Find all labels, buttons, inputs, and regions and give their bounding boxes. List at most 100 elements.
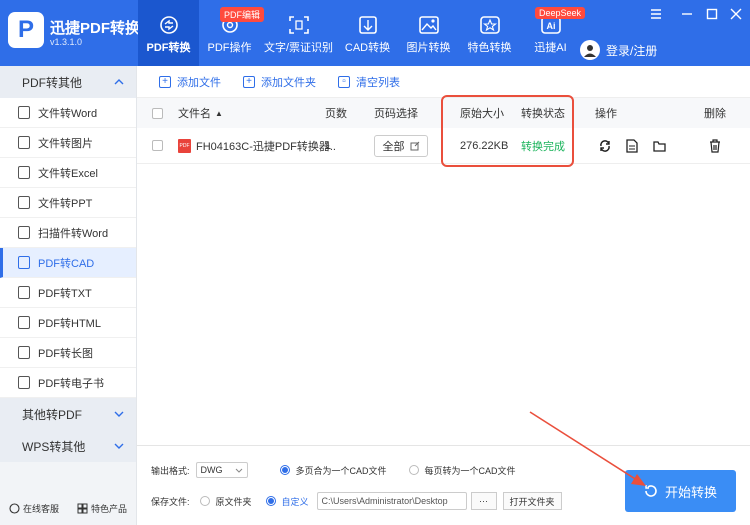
- svg-text:Ai: Ai: [546, 21, 555, 31]
- tab-label: CAD转换: [344, 42, 391, 54]
- header-filename[interactable]: 文件名 ▲: [178, 98, 223, 128]
- sidebar-item[interactable]: 文件转Word: [0, 98, 136, 128]
- headset-icon: [9, 502, 20, 514]
- tab-label: 特色转换: [467, 42, 512, 54]
- open-folder-button[interactable]: 打开文件夹: [502, 492, 562, 510]
- sidebar-item[interactable]: 文件转Excel: [0, 158, 136, 188]
- sidebar-group-pdf-to-other[interactable]: PDF转其他: [0, 66, 136, 98]
- header-page-select: 页码选择: [374, 108, 418, 120]
- tab-ocr[interactable]: 文字/票证识别: [260, 0, 337, 66]
- page-count: 1: [325, 139, 332, 152]
- file-type-icon: [18, 106, 30, 119]
- custom-folder-radio[interactable]: 自定义: [265, 495, 309, 508]
- reconvert-icon[interactable]: [598, 128, 612, 163]
- file-type-icon: [18, 286, 30, 299]
- format-select[interactable]: DWG: [195, 462, 248, 478]
- merge-option-radio[interactable]: 多页合为一个CAD文件: [279, 464, 387, 477]
- tab-pdf-operate[interactable]: PDF编辑 PDF操作: [199, 0, 264, 66]
- convert-icon: [159, 16, 178, 34]
- login-area[interactable]: 登录/注册: [580, 40, 657, 60]
- original-folder-radio[interactable]: 原文件夹: [199, 495, 252, 508]
- format-label: 输出格式:: [151, 465, 190, 476]
- convert-icon: [645, 485, 657, 497]
- sidebar-item[interactable]: 扫描件转Word: [0, 218, 136, 248]
- sidebar-item[interactable]: 文件转图片: [0, 128, 136, 158]
- sidebar-item[interactable]: PDF转HTML: [0, 308, 136, 338]
- open-folder-icon[interactable]: [653, 128, 666, 163]
- tab-cad-convert[interactable]: CAD转换: [337, 0, 398, 66]
- deepseek-badge: DeepSeek: [534, 7, 585, 19]
- save-label: 保存文件:: [151, 496, 190, 507]
- sidebar-group-wps-to-other[interactable]: WPS转其他: [0, 430, 136, 462]
- sidebar-item[interactable]: 文件转PPT: [0, 188, 136, 218]
- image-icon: [418, 16, 439, 34]
- scan-icon: [288, 16, 309, 34]
- row-checkbox[interactable]: [152, 128, 163, 163]
- sidebar-item[interactable]: PDF转长图: [0, 338, 136, 368]
- tab-pdf-convert[interactable]: PDF转换: [138, 0, 199, 66]
- add-file-icon: +: [159, 75, 171, 88]
- format-row: 输出格式: DWG 多页合为一个CAD文件 每页转为一个CAD文件: [151, 462, 516, 478]
- chevron-down-icon: [114, 411, 124, 417]
- tab-image-convert[interactable]: 图片转换: [398, 0, 459, 66]
- minimize-icon[interactable]: [679, 6, 695, 22]
- delete-icon[interactable]: [709, 128, 721, 163]
- sidebar-item-label: PDF转电子书: [38, 377, 104, 390]
- grid-icon: [77, 503, 88, 513]
- sidebar-group-other-to-pdf[interactable]: 其他转PDF: [0, 398, 136, 430]
- tab-xunjie-ai[interactable]: Ai DeepSeek 迅捷AI: [520, 0, 585, 66]
- tab-label: 文字/票证识别: [263, 42, 334, 54]
- header-delete: 删除: [704, 108, 726, 120]
- start-convert-button[interactable]: 开始转换: [625, 470, 736, 512]
- file-type-icon: [18, 256, 30, 269]
- sidebar-item[interactable]: PDF转CAD: [0, 248, 136, 278]
- add-file-button[interactable]: + 添加文件: [159, 74, 221, 90]
- split-option-radio[interactable]: 每页转为一个CAD文件: [408, 464, 516, 477]
- browse-button[interactable]: ···: [470, 492, 497, 510]
- save-path-input[interactable]: C:\Users\Administrator\Desktop: [316, 492, 467, 510]
- online-service-button[interactable]: 在线客服: [9, 502, 59, 515]
- title-bar: P 迅捷PDF转换器 v1.3.1.0 PDF转换 PDF编辑 PDF操作 文字…: [0, 0, 750, 66]
- open-file-icon[interactable]: [626, 128, 638, 163]
- page-select-cell: 全部: [374, 128, 428, 163]
- sidebar: PDF转其他 文件转Word 文件转图片文件转Excel 文件转PPT 扫描件转Wor…: [0, 66, 137, 525]
- sidebar-item-label: 文件转PPT: [38, 197, 93, 210]
- sidebar-item[interactable]: PDF转TXT: [0, 278, 136, 308]
- sidebar-item-label: 文件转图片: [38, 137, 93, 150]
- sidebar-item-label: PDF转长图: [38, 347, 93, 360]
- featured-products-button[interactable]: 特色产品: [77, 502, 127, 515]
- maximize-icon[interactable]: [704, 6, 720, 22]
- service-label: 在线客服: [22, 503, 59, 514]
- add-folder-icon: +: [243, 75, 255, 88]
- edit-icon: [410, 141, 419, 150]
- clear-list-button[interactable]: ▫ 清空列表: [338, 74, 400, 90]
- tab-label: 图片转换: [406, 42, 451, 54]
- sidebar-item-label: 文件转Word: [38, 107, 98, 120]
- add-folder-label: 添加文件夹: [261, 76, 316, 89]
- group-label: PDF转其他: [22, 75, 83, 90]
- select-all-checkbox[interactable]: [152, 98, 163, 128]
- clear-list-label: 清空列表: [356, 76, 400, 89]
- main-nav: PDF转换 PDF编辑 PDF操作 文字/票证识别 CAD转换 图片转换 特色转…: [138, 0, 585, 66]
- header-operations: 操作: [595, 108, 617, 120]
- chevron-up-icon: [114, 79, 124, 85]
- group-label: 其他转PDF: [22, 407, 83, 422]
- chevron-down-icon: [235, 468, 242, 473]
- file-type-icon: [18, 196, 30, 209]
- clear-icon: ▫: [338, 75, 350, 88]
- highlight-frame: [441, 95, 574, 167]
- chevron-down-icon: [114, 443, 124, 449]
- page-select-button[interactable]: 全部: [374, 134, 428, 157]
- add-folder-button[interactable]: + 添加文件夹: [243, 74, 316, 90]
- close-icon[interactable]: [728, 6, 744, 22]
- sort-icon: ▲: [215, 108, 223, 118]
- tab-label: PDF转换: [146, 42, 191, 54]
- tab-special-convert[interactable]: 特色转换: [459, 0, 520, 66]
- sidebar-item-label: 扫描件转Word: [38, 227, 109, 240]
- file-type-icon: [18, 316, 30, 329]
- group-label: WPS转其他: [22, 439, 86, 454]
- sidebar-item-label: 文件转Excel: [38, 167, 98, 180]
- menu-icon[interactable]: [648, 6, 664, 22]
- pdf-file-icon: PDF: [178, 138, 191, 153]
- sidebar-item[interactable]: PDF转电子书: [0, 368, 136, 398]
